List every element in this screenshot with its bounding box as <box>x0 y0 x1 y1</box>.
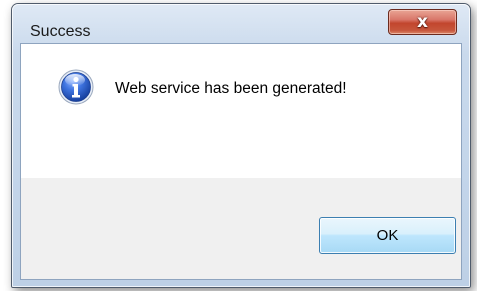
information-icon <box>58 69 94 105</box>
close-icon: x <box>417 11 428 32</box>
message-area <box>21 44 461 178</box>
close-button[interactable]: x <box>388 9 457 35</box>
dialog-title: Success <box>30 23 91 40</box>
dialog-message: Web service has been generated! <box>115 80 347 97</box>
ok-button[interactable]: OK <box>319 217 456 254</box>
